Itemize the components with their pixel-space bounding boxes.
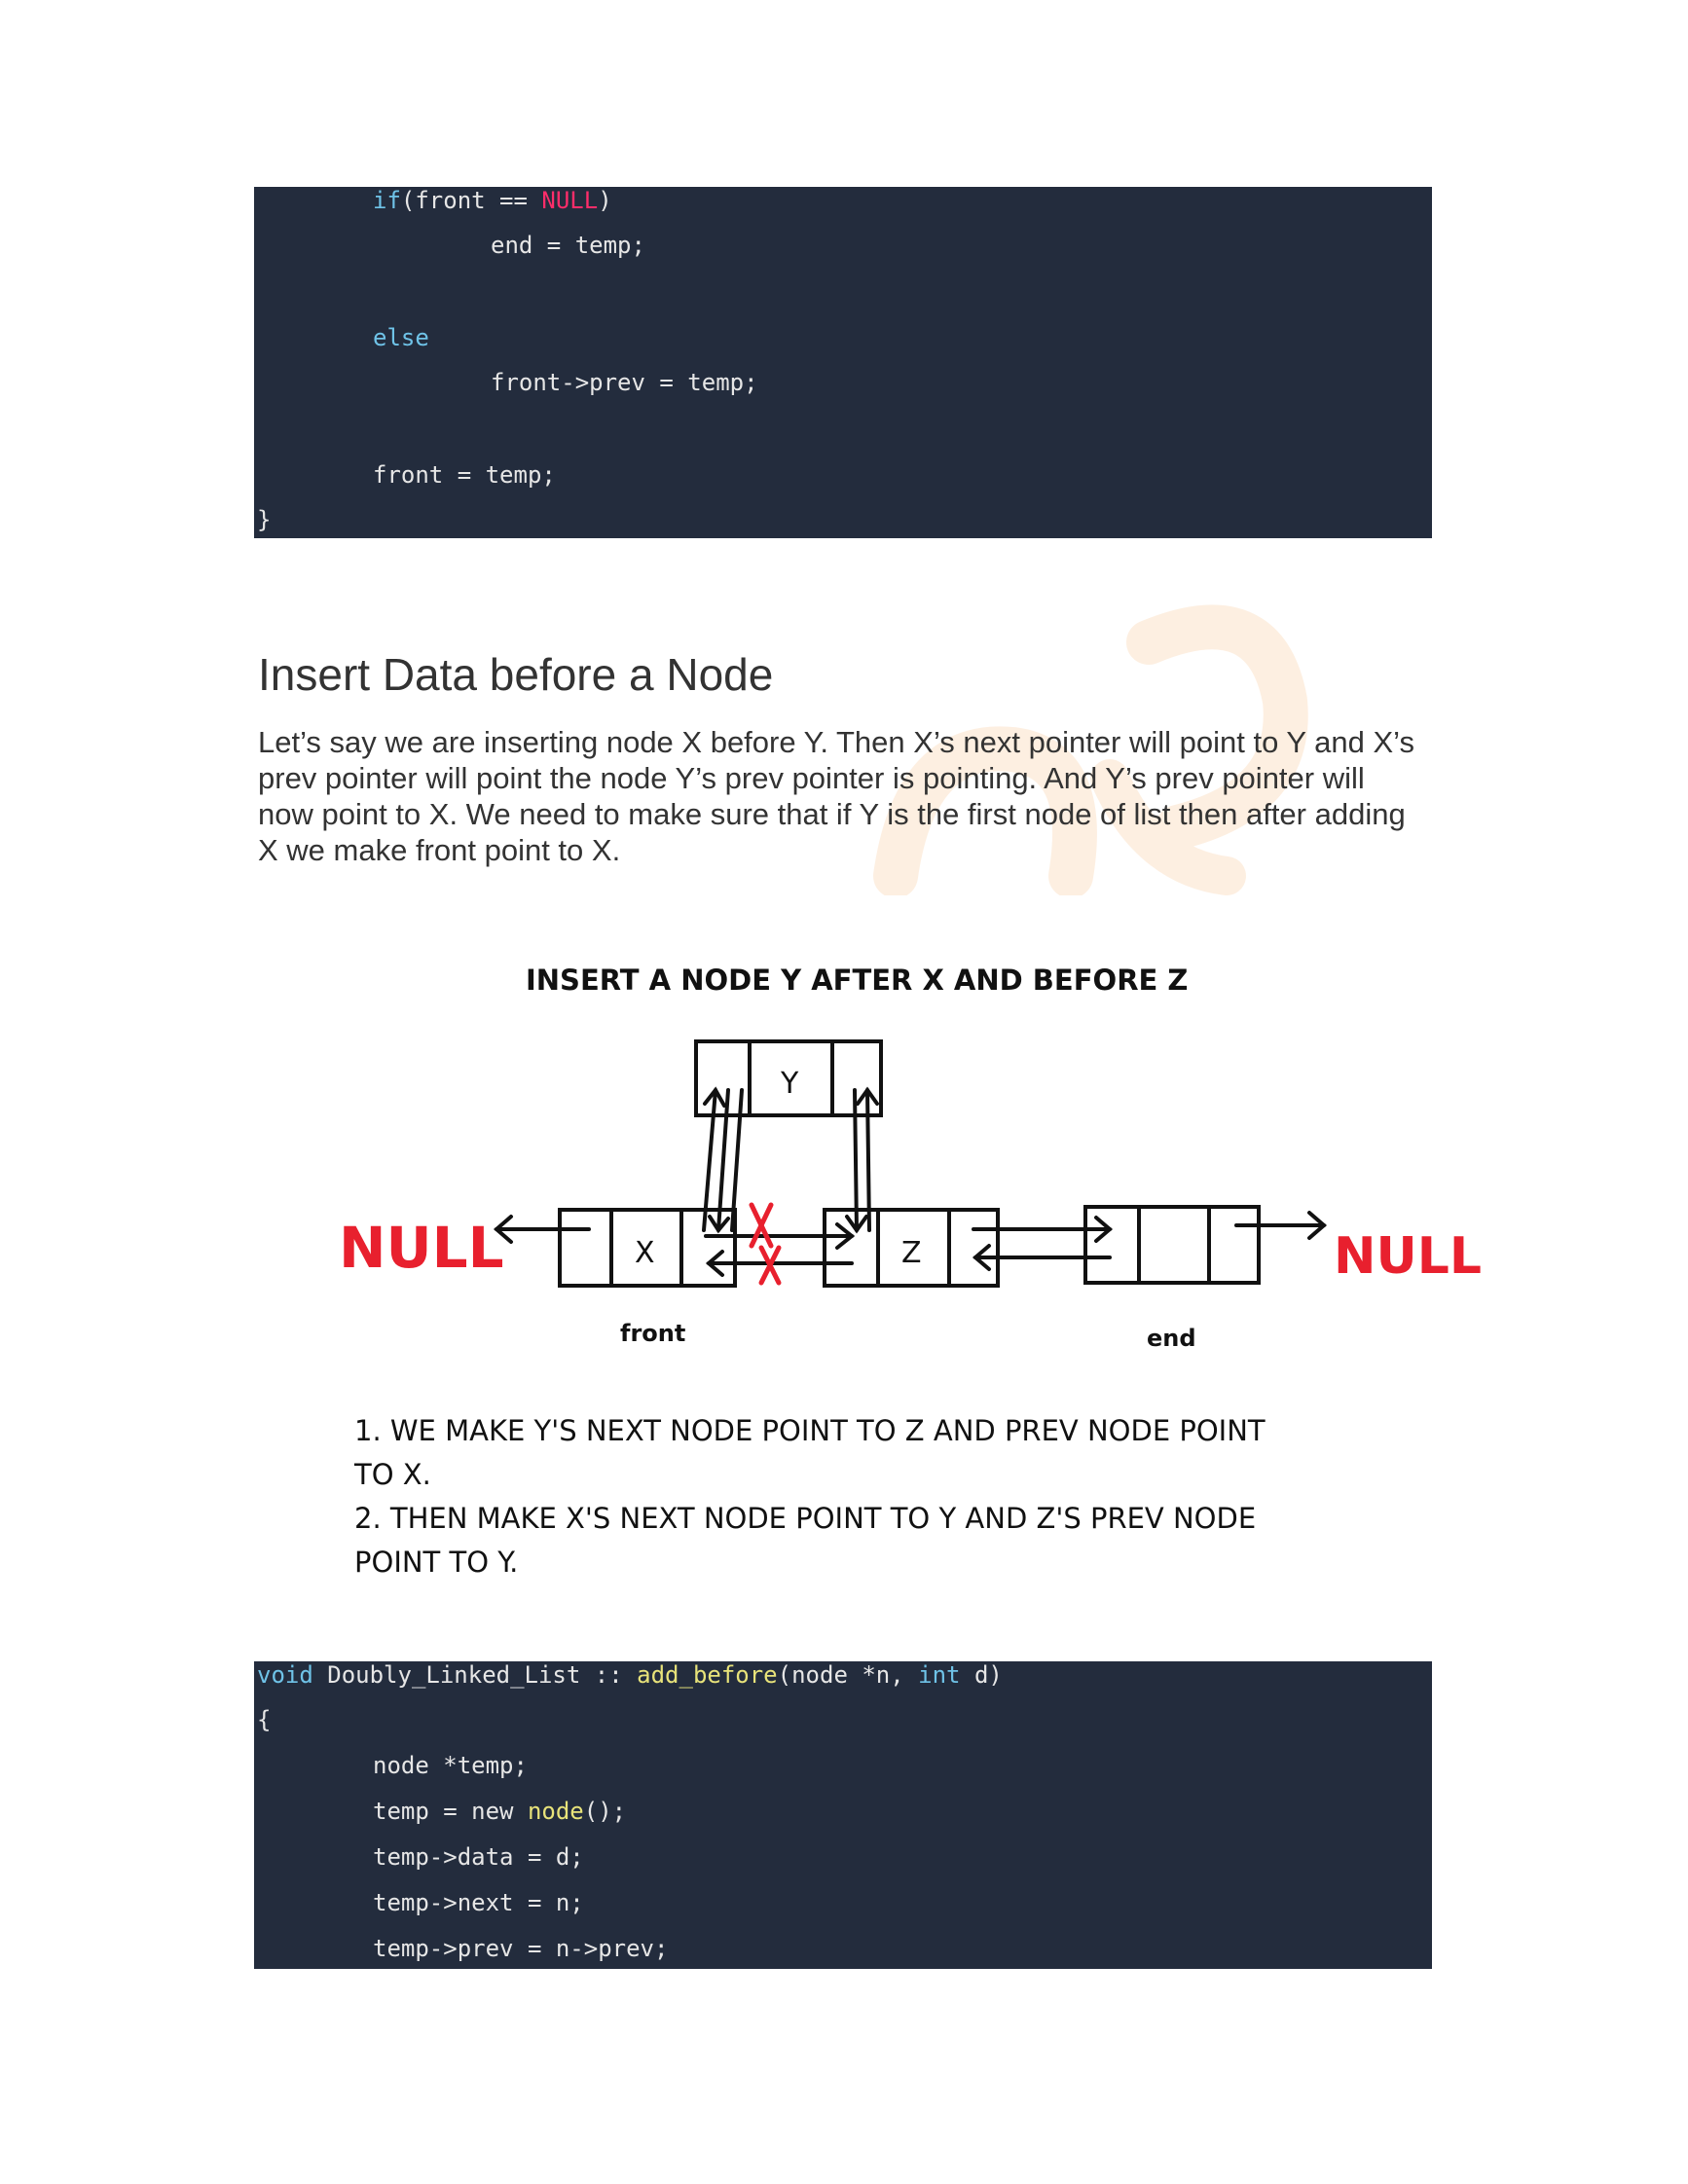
front-label: front: [620, 1320, 685, 1347]
code-line: front = temp;: [373, 461, 556, 489]
code-line: if(front == NULL): [373, 187, 612, 214]
node-x-label: X: [635, 1236, 655, 1270]
node-y-label: Y: [780, 1067, 799, 1101]
code-line: }: [257, 506, 272, 533]
code-line: temp->next = n;: [373, 1889, 584, 1916]
code-line: temp->data = d;: [373, 1843, 584, 1871]
section-paragraph: Let’s say we are inserting node X before…: [258, 725, 1414, 867]
null-left-label: NULL: [339, 1215, 504, 1281]
node-end: [1083, 1205, 1261, 1285]
code-line: {: [257, 1706, 272, 1733]
code-line: void Doubly_Linked_List :: add_before(no…: [257, 1661, 1003, 1689]
null-right-label: NULL: [1334, 1227, 1482, 1286]
code-line: else: [373, 324, 429, 351]
code-block-bottom: void Doubly_Linked_List :: add_before(no…: [254, 1661, 1432, 1969]
cross-marks: [749, 1202, 782, 1286]
code-line: node *temp;: [373, 1752, 528, 1779]
diagram-title: INSERT A NODE Y AFTER X AND BEFORE Z: [526, 964, 1188, 997]
section-heading: Insert Data before a Node: [258, 649, 774, 700]
code-line: temp = new node();: [373, 1798, 627, 1825]
code-block-top: if(front == NULL) end = temp; else front…: [254, 187, 1432, 538]
code-line: temp->prev = n->prev;: [373, 1935, 669, 1962]
step-line: TO X.: [353, 1458, 431, 1491]
code-line: end = temp;: [491, 232, 645, 259]
step-line: POINT TO Y.: [354, 1546, 518, 1579]
end-label: end: [1147, 1325, 1196, 1352]
step-line: 1. WE MAKE Y'S NEXT NODE POINT TO Z AND …: [354, 1414, 1266, 1447]
step-line: 2. THEN MAKE X'S NEXT NODE POINT TO Y AN…: [354, 1502, 1256, 1535]
node-z-label: Z: [901, 1236, 922, 1270]
code-line: front->prev = temp;: [491, 369, 758, 396]
linked-list-diagram: INSERT A NODE Y AFTER X AND BEFORE Z Y X…: [339, 964, 1482, 1579]
